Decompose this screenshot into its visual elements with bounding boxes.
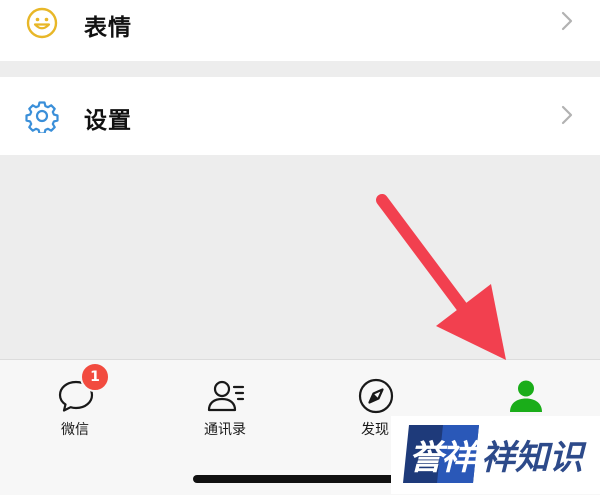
me-page-screen: 表情 设置 1 微信 通讯录 发现 誉 祥 祥知识 [0,0,600,495]
menu-item-settings[interactable]: 设置 [0,77,600,155]
compass-icon [358,378,394,414]
chevron-right-icon [561,11,573,31]
watermark-text: 祥知识 [481,438,583,478]
contacts-icon [207,380,245,412]
watermark-logo: 誉 祥 [403,425,480,483]
person-icon [510,380,542,412]
menu-item-label: 表情 [84,15,132,41]
chevron-right-icon [561,105,573,125]
menu-item-expression[interactable]: 表情 [0,0,600,61]
smiley-icon [26,7,58,39]
unread-badge: 1 [80,362,110,392]
tab-label: 微信 [61,422,89,438]
tab-label: 通讯录 [204,422,246,438]
home-indicator [193,475,407,483]
watermark-banner: 誉 祥 祥知识 [391,416,600,494]
menu-item-label: 设置 [84,108,132,134]
svg-text:祥: 祥 [441,438,480,478]
tab-contacts[interactable]: 通讯录 [150,360,300,470]
tab-chats[interactable]: 1 微信 [0,360,150,470]
gear-icon [25,101,59,133]
